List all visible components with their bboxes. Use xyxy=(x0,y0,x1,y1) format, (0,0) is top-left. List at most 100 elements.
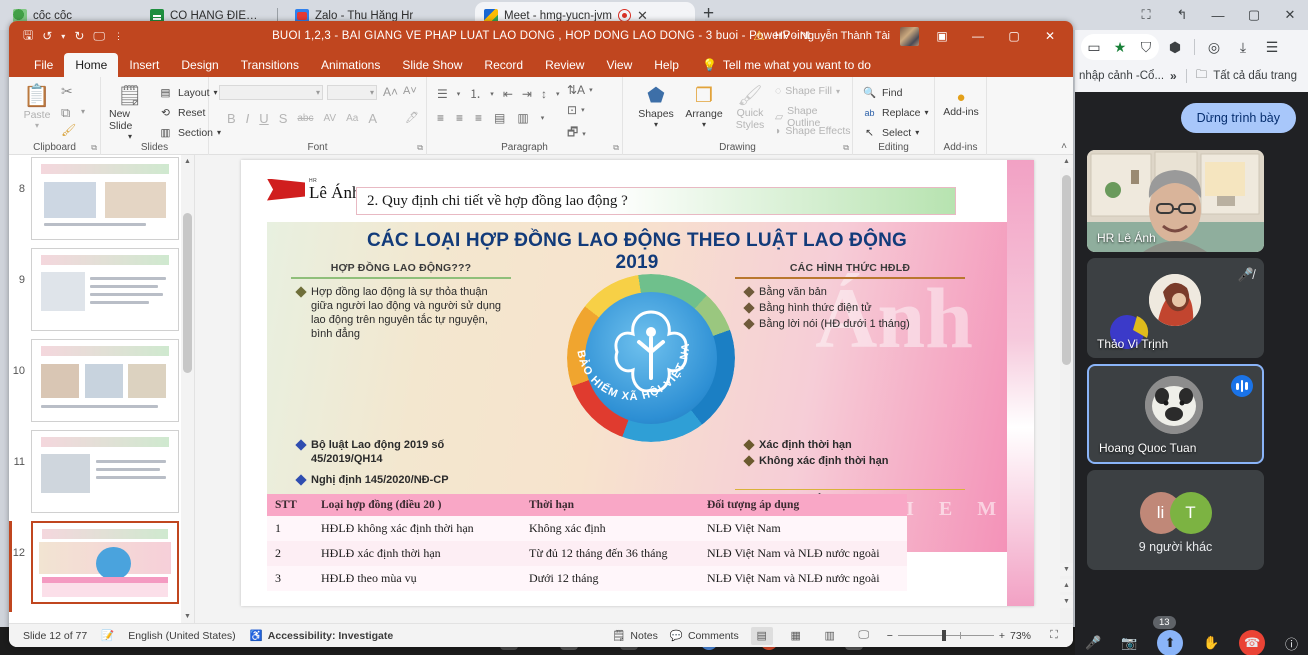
scroll-up-icon[interactable]: ▲ xyxy=(1060,155,1073,168)
paste-button[interactable]: 📋 Paste ▾ xyxy=(17,83,57,130)
star-icon[interactable]: ★ xyxy=(1107,34,1133,60)
bulleted-list-button[interactable]: ☰ xyxy=(437,87,448,101)
chevron-down-icon[interactable]: ▾ xyxy=(457,90,461,98)
ribbon-display-options-icon[interactable]: ▣ xyxy=(929,21,955,51)
align-left-button[interactable]: ≡ xyxy=(437,111,444,125)
strikethrough-button[interactable]: abc xyxy=(297,113,313,124)
tab-help[interactable]: Help xyxy=(643,53,690,77)
info-icon[interactable]: ⓘ xyxy=(1285,634,1298,653)
align-right-button[interactable]: ≡ xyxy=(475,111,482,125)
chevron-down-icon[interactable]: ▾ xyxy=(581,106,585,114)
present-screen-icon[interactable]: ⬆ xyxy=(1157,630,1183,655)
change-case-button[interactable]: Aa xyxy=(346,113,358,124)
maximize-button[interactable]: ▢ xyxy=(1001,21,1027,51)
shield-icon[interactable]: ⛉ xyxy=(1133,34,1159,60)
minimize-button[interactable]: — xyxy=(965,21,991,51)
zoom-slider-handle[interactable] xyxy=(942,630,946,641)
chevron-down-icon[interactable]: ▾ xyxy=(490,90,494,98)
italic-button[interactable]: I xyxy=(246,111,250,126)
chevron-down-icon[interactable]: ▾ xyxy=(589,86,593,94)
fit-slide-to-window-button[interactable]: ⛶ xyxy=(1043,627,1065,645)
slide-scrollbar[interactable]: ▲ ▼ ▲ ▼ xyxy=(1060,155,1073,623)
language-label[interactable]: English (United States) xyxy=(128,630,235,642)
new-slide-button[interactable]: 🗒 New Slide ▾ xyxy=(109,83,151,141)
download-icon[interactable]: ⤓ xyxy=(1230,34,1256,60)
scroll-down-icon[interactable]: ▼ xyxy=(1060,563,1073,576)
slide-sorter-view-button[interactable]: ▦ xyxy=(785,627,807,645)
microphone-icon[interactable]: 🎤 xyxy=(1085,635,1101,651)
comments-button[interactable]: 💬 Comments xyxy=(670,629,739,642)
close-button[interactable]: ✕ xyxy=(1037,21,1063,51)
convert-to-smartart-button[interactable]: 🗗▾ xyxy=(567,123,586,144)
drawing-dialog-launcher[interactable]: ⧉ xyxy=(843,143,849,153)
character-spacing-button[interactable]: AV xyxy=(323,113,336,124)
align-text-button[interactable]: ⊡▾ xyxy=(567,103,585,117)
current-slide[interactable]: HR Lê Ánh 2. Quy định chi tiết về hợp đồ… xyxy=(241,160,1034,606)
numbered-list-button[interactable]: ⒈ xyxy=(469,85,481,102)
thumbnail-preview[interactable] xyxy=(31,248,179,331)
chevron-down-icon[interactable]: ▾ xyxy=(582,130,586,138)
slide-thumbnail-pane[interactable]: 8 9 xyxy=(9,155,195,623)
tab-slide-show[interactable]: Slide Show xyxy=(391,53,473,77)
zoom-level-label[interactable]: 73% xyxy=(1010,630,1031,642)
menu-icon[interactable]: ☰ xyxy=(1259,34,1285,60)
shape-fill-button[interactable]: ◌ Shape Fill ▾ xyxy=(775,85,840,97)
decrease-font-size-icon[interactable]: A˅ xyxy=(403,85,417,97)
next-slide-icon[interactable]: ▼ xyxy=(1060,595,1073,608)
zoom-in-button[interactable]: + xyxy=(999,630,1005,642)
participant-tile-thao-vi-trinh[interactable]: 🎤̸ Thảo Vi Trịnh xyxy=(1087,258,1264,358)
collapse-ribbon-button[interactable]: ˄ xyxy=(1061,141,1067,152)
decrease-indent-button[interactable]: ⇤ xyxy=(503,87,513,101)
back-arrow-icon[interactable]: ↰ xyxy=(1164,0,1200,30)
contract-types-table[interactable]: STT Loại hợp đồng (điều 20 ) Thời hạn Đố… xyxy=(267,494,907,591)
tab-home[interactable]: Home xyxy=(64,53,118,77)
arrange-button[interactable]: ❐ Arrange ▾ xyxy=(681,83,727,129)
reset-button[interactable]: ⟲ Reset xyxy=(157,105,205,120)
line-spacing-button[interactable]: ↕ xyxy=(541,87,547,101)
text-direction-button[interactable]: ⇅A▾ xyxy=(567,83,593,97)
tell-me-box[interactable]: 💡 Tell me what you want to do xyxy=(690,53,871,77)
chevron-down-icon[interactable]: ▾ xyxy=(556,90,560,98)
thumbnail-preview[interactable] xyxy=(31,339,179,422)
font-dialog-launcher[interactable]: ⧉ xyxy=(417,143,423,153)
clipboard-dialog-launcher[interactable]: ⧉ xyxy=(91,143,97,153)
clear-formatting-icon[interactable]: 🖊 xyxy=(405,111,419,124)
thumbnail-item-12[interactable]: 12 xyxy=(9,521,195,612)
chevron-down-icon[interactable]: ▾ xyxy=(128,132,132,141)
zoom-out-button[interactable]: − xyxy=(887,630,893,642)
leave-call-icon[interactable]: ☎ xyxy=(1239,630,1265,655)
tab-insert[interactable]: Insert xyxy=(118,53,170,77)
chevron-down-icon[interactable]: ▾ xyxy=(541,114,545,122)
tab-design[interactable]: Design xyxy=(170,53,229,77)
spell-check-icon[interactable]: 📝 xyxy=(101,629,114,642)
chevron-down-icon[interactable]: ▾ xyxy=(654,120,658,129)
thumbnail-preview-selected[interactable] xyxy=(31,521,179,604)
participant-tile-hoang-quoc-tuan[interactable]: Hoang Quoc Tuan xyxy=(1087,364,1264,464)
replace-button[interactable]: ab Replace ▾ xyxy=(861,105,929,120)
thumbnail-item-10[interactable]: 10 xyxy=(9,339,195,430)
tab-file[interactable]: File xyxy=(23,53,64,77)
tab-record[interactable]: Record xyxy=(473,53,534,77)
font-family-select[interactable]: ▾ xyxy=(219,85,323,100)
justify-button[interactable]: ▤ xyxy=(494,111,505,125)
font-color-button[interactable]: A xyxy=(368,111,377,126)
scrollbar-thumb[interactable] xyxy=(183,213,192,373)
thumbnail-preview[interactable] xyxy=(31,430,179,513)
cut-icon[interactable]: ✂ xyxy=(61,83,73,100)
slide-canvas-pane[interactable]: HR Lê Ánh 2. Quy định chi tiết về hợp đồ… xyxy=(195,155,1073,623)
thumbnail-item-8[interactable]: 8 xyxy=(9,157,195,248)
tab-transitions[interactable]: Transitions xyxy=(230,53,310,77)
camera-icon[interactable]: 📷 xyxy=(1121,635,1137,651)
zoom-control[interactable]: − + 73% xyxy=(887,630,1031,642)
increase-indent-button[interactable]: ⇥ xyxy=(522,87,532,101)
screenshot-icon[interactable]: ⛶ xyxy=(1128,0,1164,30)
reading-view-button[interactable]: ▥ xyxy=(819,627,841,645)
close-button[interactable]: ✕ xyxy=(1272,0,1308,30)
stop-presenting-button[interactable]: Dừng trình bày xyxy=(1181,103,1296,133)
chevron-down-icon[interactable]: ▾ xyxy=(915,128,919,137)
chevron-down-icon[interactable]: ▾ xyxy=(925,108,929,117)
scroll-down-icon[interactable]: ▼ xyxy=(181,610,194,623)
shape-effects-button[interactable]: ◗ Shape Effects xyxy=(775,125,851,137)
video-camera-icon[interactable]: ▭ xyxy=(1081,34,1107,60)
quick-styles-button[interactable]: 🖌 Quick Styles xyxy=(729,83,771,131)
